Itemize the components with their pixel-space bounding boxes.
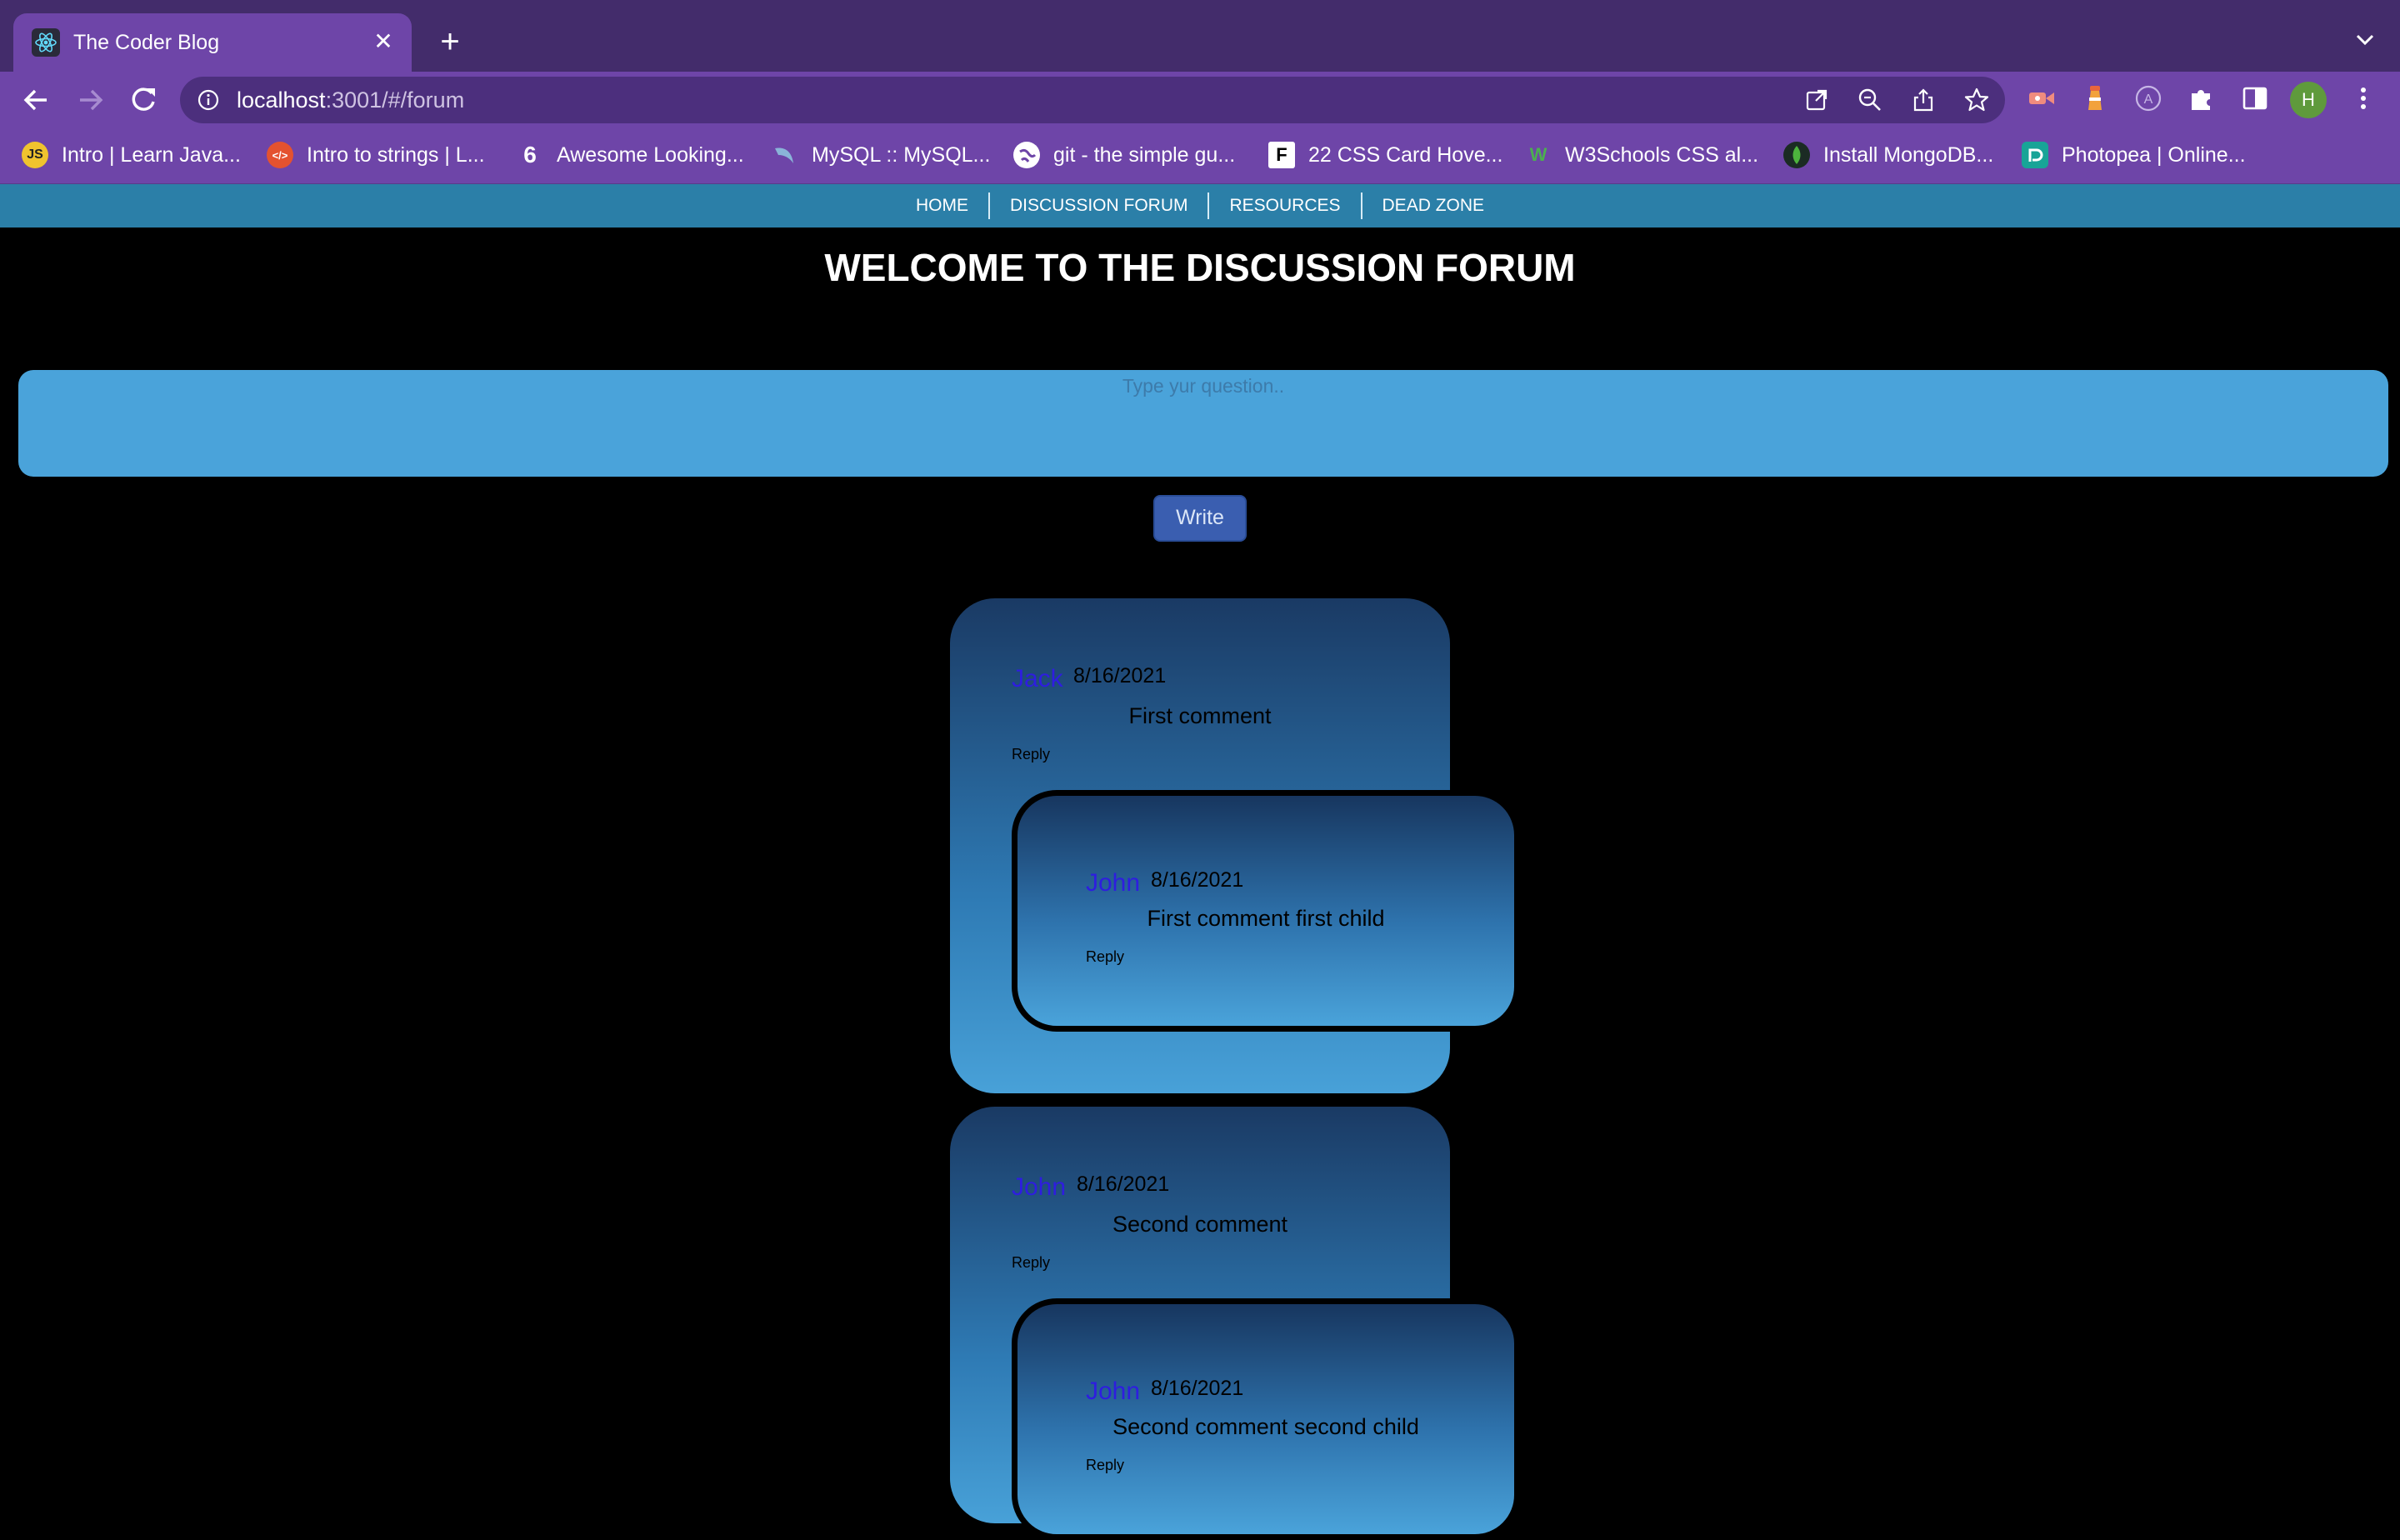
reply-button[interactable]: Reply	[1086, 1456, 1124, 1474]
svg-text:A: A	[2144, 92, 2153, 107]
comment-author[interactable]: John	[1086, 869, 1140, 898]
code-icon: </>	[267, 142, 293, 168]
bookmark-item[interactable]: git - the simple gu...	[1013, 140, 1235, 170]
bookmark-item[interactable]: JS Intro | Learn Java...	[22, 140, 241, 170]
six-icon: 6	[523, 142, 537, 168]
f-logo-icon: F	[1268, 142, 1295, 168]
back-arrow-icon[interactable]	[17, 80, 57, 120]
child-comment-card: John 8/16/2021 First comment first child…	[1012, 790, 1520, 1032]
browser-tab-active[interactable]: The Coder Blog ✕	[13, 13, 412, 72]
comment-text: Second comment second child	[1112, 1414, 1419, 1439]
comment-date: 8/16/2021	[1151, 1377, 1244, 1400]
profile-avatar[interactable]: H	[2290, 82, 2327, 118]
extensions-puzzle-icon[interactable]	[2187, 83, 2217, 113]
url-host: localhost	[237, 88, 326, 112]
js-icon: JS	[22, 142, 48, 168]
reply-button[interactable]: Reply	[1012, 1253, 1050, 1272]
write-button[interactable]: Write	[1153, 495, 1247, 542]
nav-resources[interactable]: RESOURCES	[1209, 192, 1362, 219]
w3-icon: W	[1529, 144, 1548, 165]
chevron-down-icon[interactable]	[2348, 23, 2382, 57]
bookmark-star-icon[interactable]	[1963, 87, 1990, 113]
comment-author[interactable]: John	[1012, 1173, 1066, 1202]
comment-date: 8/16/2021	[1073, 664, 1167, 688]
url-text[interactable]: localhost:3001/#/forum	[237, 77, 464, 123]
kebab-menu-icon[interactable]	[2348, 83, 2378, 113]
side-panel-icon[interactable]	[2240, 83, 2270, 113]
nav-home[interactable]: HOME	[896, 192, 990, 219]
bookmark-item[interactable]: </> Intro to strings | L...	[267, 140, 485, 170]
new-tab-button[interactable]: +	[432, 23, 468, 60]
globe-icon	[1013, 142, 1040, 168]
bookmark-item[interactable]: Install MongoDB...	[1783, 140, 1993, 170]
question-input[interactable]	[18, 370, 2388, 477]
child-comment-card: John 8/16/2021 Second comment second chi…	[1012, 1298, 1520, 1540]
bookmark-item[interactable]: Photopea | Online...	[2022, 140, 2246, 170]
bookmarks-bar: JS Intro | Learn Java... </> Intro to st…	[0, 128, 2400, 185]
nav-discussion-forum[interactable]: DISCUSSION FORUM	[990, 192, 1210, 219]
forward-arrow-icon[interactable]	[70, 80, 110, 120]
react-favicon-icon	[32, 28, 60, 57]
mongodb-leaf-icon	[1783, 142, 1810, 168]
reload-icon[interactable]	[123, 80, 163, 120]
bookmark-item[interactable]: MySQL :: MySQL...	[772, 140, 990, 170]
lighthouse-extension-icon[interactable]	[2080, 83, 2110, 113]
url-path: :3001/#/forum	[325, 88, 465, 112]
nav-dead-zone[interactable]: DEAD ZONE	[1362, 192, 1505, 219]
bookmark-item[interactable]: 6 Awesome Looking...	[517, 140, 743, 170]
bookmark-item[interactable]: W W3Schools CSS al...	[1525, 140, 1758, 170]
comment-author[interactable]: John	[1086, 1378, 1140, 1406]
comment-author[interactable]: Jack	[1012, 665, 1063, 693]
comment-date: 8/16/2021	[1151, 868, 1244, 892]
comment-date: 8/16/2021	[1077, 1172, 1170, 1196]
reply-button[interactable]: Reply	[1012, 745, 1050, 763]
address-bar[interactable]: localhost:3001/#/forum	[180, 77, 2005, 123]
zoom-icon[interactable]	[1857, 87, 1883, 113]
reply-button[interactable]: Reply	[1086, 948, 1124, 966]
tab-title: The Coder Blog	[73, 31, 220, 54]
browser-toolbar: localhost:3001/#/forum A H	[0, 72, 2400, 128]
page-title: WELCOME TO THE DISCUSSION FORUM	[824, 246, 1576, 289]
mysql-dolphin-icon	[772, 142, 798, 168]
comment-text: First comment first child	[1147, 906, 1385, 931]
close-tab-icon[interactable]: ✕	[367, 25, 400, 58]
photopea-icon	[2022, 142, 2048, 168]
site-navigation: HOME DISCUSSION FORUM RESOURCES DEAD ZONE	[0, 184, 2400, 228]
a-circle-extension-icon[interactable]: A	[2133, 83, 2163, 113]
open-in-app-icon[interactable]	[1803, 87, 1830, 113]
browser-tab-strip: The Coder Blog ✕ +	[0, 0, 2400, 72]
share-icon[interactable]	[1910, 87, 1937, 113]
comment-text: Second comment	[1112, 1212, 1288, 1237]
comment-text: First comment	[1128, 703, 1272, 728]
site-info-icon[interactable]	[197, 88, 220, 112]
screen-record-extension-icon[interactable]	[2027, 83, 2057, 113]
bookmark-item[interactable]: F 22 CSS Card Hove...	[1268, 140, 1502, 170]
